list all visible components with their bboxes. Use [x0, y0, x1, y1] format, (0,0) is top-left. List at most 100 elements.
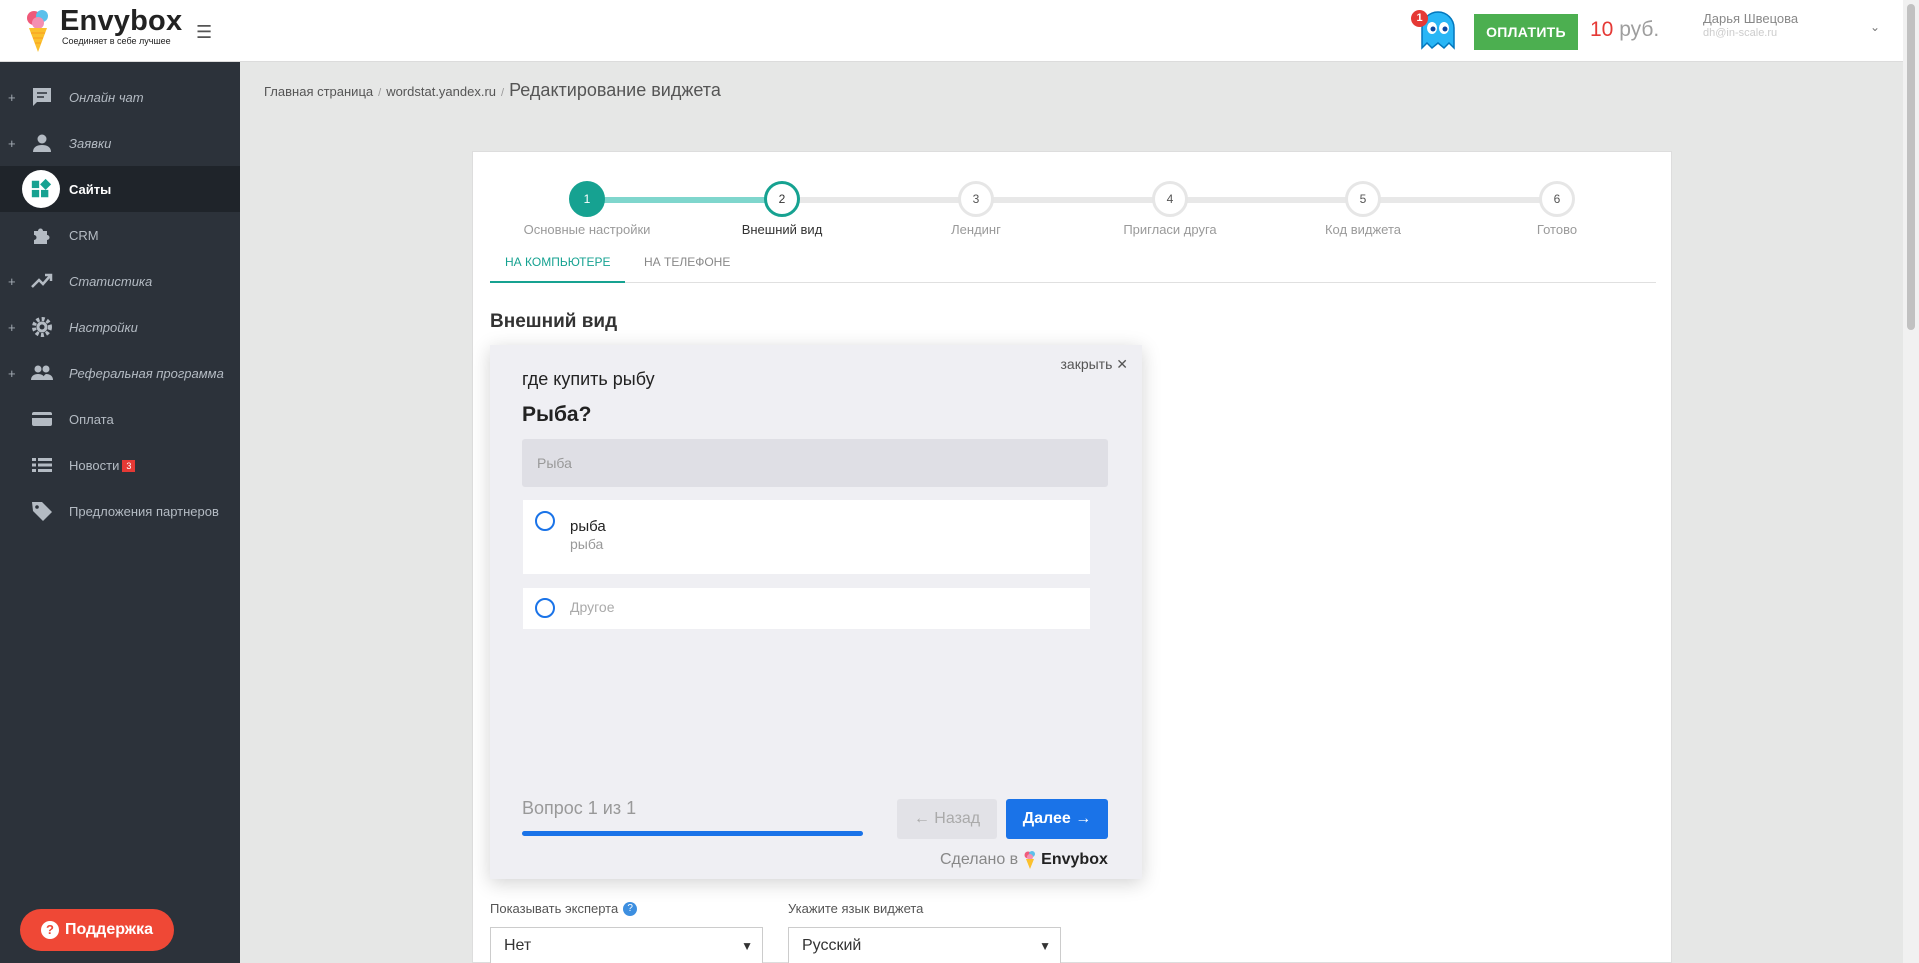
- sidebar: + Онлайн чат + Заявки Сайты CRM + Статис…: [0, 62, 240, 963]
- step-number: 3: [958, 181, 994, 217]
- envybox-logo[interactable]: Envybox Соединяет в себе лучшее: [22, 6, 182, 54]
- scrollbar-thumb[interactable]: [1907, 4, 1915, 330]
- sidebar-item-label: Заявки: [69, 135, 112, 151]
- expand-plus-icon[interactable]: +: [8, 136, 16, 151]
- expert-field-label: Показывать эксперта ?: [490, 901, 638, 916]
- widget-option-fish[interactable]: рыба рыба: [523, 500, 1090, 574]
- help-icon[interactable]: ?: [623, 901, 638, 916]
- sidebar-item-payment[interactable]: Оплата: [0, 396, 240, 442]
- sidebar-item-referral[interactable]: + Реферальная программа: [0, 350, 240, 396]
- sidebar-item-statistics[interactable]: + Статистика: [0, 258, 240, 304]
- breadcrumb-separator: /: [501, 87, 505, 99]
- expert-label: Показывать эксперта: [490, 901, 619, 916]
- widget-close-button[interactable]: закрыть ✕: [1060, 356, 1128, 373]
- widget-question: где купить рыбу: [522, 369, 655, 389]
- sidebar-item-requests[interactable]: + Заявки: [0, 120, 240, 166]
- pay-button[interactable]: ОПЛАТИТЬ: [1474, 14, 1578, 50]
- support-label: Поддержка: [64, 921, 154, 938]
- step-label: Внешний вид: [741, 222, 823, 237]
- tag-icon: [30, 499, 54, 523]
- chevron-down-icon[interactable]: ⌄: [1870, 20, 1880, 34]
- sidebar-item-partners[interactable]: Предложения партнеров: [0, 488, 240, 534]
- support-button[interactable]: ? Поддержка: [20, 909, 174, 951]
- step-label: Готово: [1536, 222, 1578, 237]
- sidebar-item-sites[interactable]: Сайты: [0, 166, 240, 212]
- next-button[interactable]: Далее →: [1006, 799, 1108, 839]
- breadcrumb-separator: /: [378, 87, 382, 99]
- progress-text: Вопрос 1 из 1: [522, 798, 637, 818]
- expert-select[interactable]: Нет ▼: [490, 927, 763, 963]
- expand-plus-icon[interactable]: +: [8, 320, 16, 335]
- radio-button[interactable]: [535, 598, 555, 618]
- step-number: 1: [569, 181, 605, 217]
- made-in-text: Сделано в: [940, 851, 1019, 868]
- help-circle-icon: ?: [40, 921, 59, 939]
- step-5[interactable]: 5 Код виджета: [1283, 177, 1443, 237]
- close-label: закрыть: [1060, 356, 1113, 372]
- widget-editor-card: 1 Основные настройки 2 Внешний вид 3 Лен…: [472, 151, 1672, 963]
- user-menu[interactable]: Дарья Швецова dh@in-scale.ru: [1703, 11, 1798, 39]
- back-button[interactable]: ← Назад: [897, 799, 997, 839]
- icecream-logo-icon: [1024, 851, 1036, 869]
- balance-currency: руб.: [1613, 18, 1660, 41]
- balance-amount: 10: [1590, 18, 1614, 41]
- made-brand: Envybox: [1041, 851, 1108, 868]
- logo-name: Envybox: [60, 5, 183, 37]
- chevron-down-icon: ▼: [741, 939, 753, 953]
- step-2[interactable]: 2 Внешний вид: [702, 177, 862, 237]
- step-number: 4: [1152, 181, 1188, 217]
- sidebar-item-news[interactable]: Новости 3: [0, 442, 240, 488]
- page-scrollbar[interactable]: [1903, 0, 1919, 963]
- trending-icon: [30, 269, 54, 293]
- section-title: Внешний вид: [490, 311, 618, 332]
- language-field-label: Укажите язык виджета: [788, 901, 923, 916]
- news-badge: 3: [122, 460, 136, 473]
- step-1[interactable]: 1 Основные настройки: [507, 177, 667, 237]
- expert-value: Нет: [504, 937, 532, 954]
- language-select[interactable]: Русский ▼: [788, 927, 1061, 963]
- device-tabs: НА КОМПЬЮТЕРЕ НА ТЕЛЕФОНЕ: [490, 243, 1656, 283]
- made-in-envybox[interactable]: Сделано в Envybox: [940, 850, 1108, 870]
- step-3[interactable]: 3 Лендинг: [896, 177, 1056, 237]
- widget-answer-input[interactable]: Рыба: [522, 439, 1108, 487]
- radio-button[interactable]: [535, 511, 555, 531]
- user-name: Дарья Швецова: [1703, 11, 1799, 26]
- step-4[interactable]: 4 Пригласи друга: [1090, 177, 1250, 237]
- widget-preview: закрыть ✕ где купить рыбу Рыба? Рыба рыб…: [490, 345, 1142, 879]
- breadcrumb-home[interactable]: Главная страница: [264, 84, 373, 99]
- arrow-left-icon: ←: [913, 810, 930, 827]
- sidebar-item-label: CRM: [69, 227, 99, 243]
- menu-toggle-icon[interactable]: ☰: [196, 22, 212, 43]
- gear-icon: [30, 315, 54, 339]
- sidebar-item-online-chat[interactable]: + Онлайн чат: [0, 74, 240, 120]
- language-value: Русский: [802, 937, 862, 954]
- step-label: Код виджета: [1324, 222, 1401, 237]
- widgets-icon: [22, 170, 60, 208]
- sidebar-item-label: Предложения партнеров: [69, 503, 219, 519]
- expand-plus-icon[interactable]: +: [8, 274, 16, 289]
- next-label: Далее: [1022, 810, 1071, 827]
- expand-plus-icon[interactable]: +: [8, 90, 16, 105]
- sidebar-item-crm[interactable]: CRM: [0, 212, 240, 258]
- news-label: Новости: [69, 457, 120, 473]
- icecream-logo-icon: [22, 6, 54, 54]
- breadcrumb-site[interactable]: wordstat.yandex.ru: [386, 84, 496, 99]
- widget-title: Рыба?: [522, 403, 592, 426]
- option-subtitle: рыба: [570, 536, 604, 552]
- step-label: Основные настройки: [523, 222, 651, 237]
- option-other-label: Другое: [570, 599, 615, 615]
- tab-mobile[interactable]: НА ТЕЛЕФОНЕ: [629, 243, 745, 283]
- balance: 10 руб.: [1590, 18, 1659, 42]
- sidebar-item-settings[interactable]: + Настройки: [0, 304, 240, 350]
- progress-bar-fill: [522, 831, 863, 836]
- sidebar-item-label: Оплата: [69, 411, 114, 427]
- step-6[interactable]: 6 Готово: [1477, 177, 1637, 237]
- widget-option-other[interactable]: Другое: [523, 588, 1090, 629]
- expand-plus-icon[interactable]: +: [8, 366, 16, 381]
- notification-badge: 1: [1411, 10, 1428, 27]
- option-title: рыба: [570, 518, 606, 535]
- step-number: 6: [1539, 181, 1575, 217]
- page-title: Редактирование виджета: [509, 80, 721, 100]
- tab-desktop[interactable]: НА КОМПЬЮТЕРЕ: [490, 243, 626, 283]
- top-header: Envybox Соединяет в себе лучшее ☰ 1 ОПЛА…: [0, 0, 1903, 62]
